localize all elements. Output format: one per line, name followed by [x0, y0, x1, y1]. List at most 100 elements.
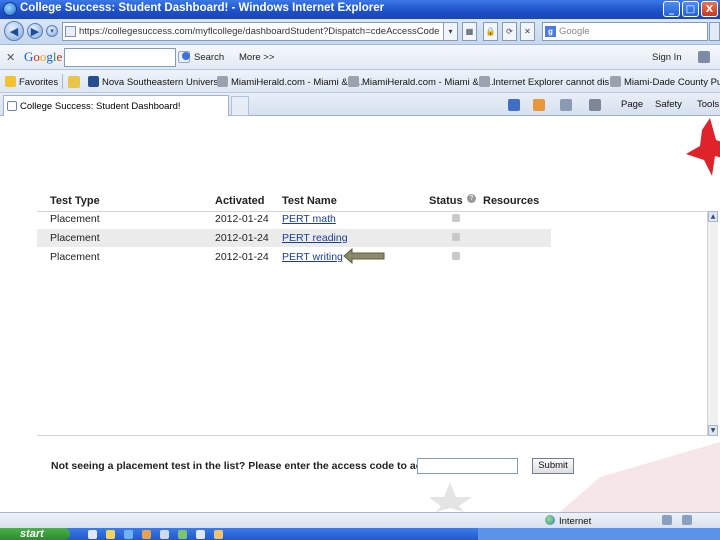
- address-input[interactable]: https://collegesuccess.com/myflcollege/d…: [62, 22, 457, 41]
- window-titlebar: College Success: Student Dashboard! - Wi…: [0, 0, 720, 19]
- scroll-down-icon[interactable]: ▼: [708, 425, 718, 436]
- quicklaunch-icon[interactable]: [88, 530, 97, 539]
- quicklaunch-icon[interactable]: [106, 530, 115, 539]
- test-link-pert-writing[interactable]: PERT writing: [282, 251, 343, 263]
- tools-menu[interactable]: Tools: [697, 99, 719, 110]
- search-button[interactable]: [709, 22, 720, 41]
- window-title: College Success: Student Dashboard! - Wi…: [20, 2, 385, 14]
- forward-arrow-icon: ▶: [30, 24, 40, 38]
- quicklaunch-icon[interactable]: [214, 530, 223, 539]
- cell-test-type: Placement: [50, 232, 100, 244]
- minimize-button[interactable]: _: [663, 1, 680, 17]
- tab-college-success[interactable]: College Success: Student Dashboard!: [3, 95, 229, 116]
- chevron-down-icon: ▾: [448, 27, 453, 36]
- address-dropdown[interactable]: ▾: [443, 22, 458, 41]
- close-button[interactable]: X: [701, 1, 718, 17]
- home-icon[interactable]: [508, 99, 520, 111]
- search-placeholder: Google: [559, 26, 590, 37]
- quicklaunch-icon[interactable]: [196, 530, 205, 539]
- favorite-link-miamiherald-2[interactable]: MiamiHerald.com - Miami & F...: [348, 76, 494, 88]
- ie-logo-icon: [3, 2, 17, 16]
- wrench-icon[interactable]: [698, 51, 710, 63]
- scroll-up-icon[interactable]: ▲: [708, 211, 718, 222]
- table-row: Placement 2012-01-24 PERT writing: [37, 248, 551, 266]
- google-search-button[interactable]: Search: [194, 52, 224, 63]
- status-icon: [452, 214, 460, 222]
- page-icon: [479, 76, 490, 87]
- address-bar-row: ◀ ▶ ▾ https://collegesuccess.com/myflcol…: [0, 19, 720, 45]
- tab-label: College Success: Student Dashboard!: [20, 101, 181, 112]
- cell-test-type: Placement: [50, 213, 100, 225]
- header-test-type: Test Type: [50, 195, 100, 207]
- favorites-button[interactable]: Favorites: [5, 76, 58, 88]
- page-icon: [610, 76, 621, 87]
- quicklaunch-icon[interactable]: [142, 530, 151, 539]
- google-logo: Google: [24, 49, 63, 64]
- maximize-button[interactable]: □: [682, 1, 699, 17]
- refresh-button[interactable]: ⟳: [502, 22, 517, 41]
- header-resources: Resources: [483, 195, 540, 207]
- quicklaunch-icon[interactable]: [178, 530, 187, 539]
- status-bar: Internet: [0, 512, 720, 528]
- favorites-bar: Favorites Nova Southeastern University M…: [0, 70, 720, 93]
- mail-icon[interactable]: [560, 99, 572, 111]
- new-tab-button[interactable]: [231, 96, 249, 116]
- protected-mode-icon: [662, 515, 672, 525]
- page-menu[interactable]: Page: [621, 99, 643, 110]
- access-code-prompt: Not seeing a placement test in the list?…: [51, 460, 462, 472]
- forward-button[interactable]: ▶: [27, 23, 43, 39]
- safety-menu[interactable]: Safety: [655, 99, 682, 110]
- google-search-input[interactable]: [64, 48, 176, 67]
- test-link-pert-math[interactable]: PERT math: [282, 213, 336, 225]
- more-button[interactable]: More >>: [239, 52, 274, 63]
- favorite-link-nova[interactable]: Nova Southeastern University: [88, 76, 228, 88]
- stop-button[interactable]: ✕: [520, 22, 535, 41]
- add-favorite-icon[interactable]: [68, 76, 80, 88]
- submit-button[interactable]: Submit: [532, 458, 574, 474]
- page-icon: [217, 76, 228, 87]
- help-icon[interactable]: ?: [467, 194, 476, 203]
- page-icon: [7, 101, 17, 111]
- close-toolbar-icon[interactable]: ✕: [6, 51, 15, 64]
- access-code-input[interactable]: [417, 458, 518, 474]
- start-button[interactable]: start: [0, 528, 70, 540]
- google-icon: g: [545, 26, 556, 37]
- print-icon[interactable]: [589, 99, 601, 111]
- list-scrollbar[interactable]: ▲ ▼: [707, 211, 718, 436]
- cell-activated: 2012-01-24: [215, 232, 269, 244]
- stop-icon: ✕: [524, 27, 531, 36]
- lock-button[interactable]: 🔒: [483, 22, 498, 41]
- window-controls: _ □ X: [663, 1, 718, 17]
- search-input[interactable]: g Google: [542, 22, 708, 41]
- back-button[interactable]: ◀: [4, 21, 24, 41]
- refresh-icon: ⟳: [506, 27, 513, 36]
- cell-activated: 2012-01-24: [215, 213, 269, 225]
- status-icon: [452, 252, 460, 260]
- sign-in-link[interactable]: Sign In: [652, 52, 682, 63]
- google-toolbar: ✕ Google Search More >> Sign In: [0, 45, 720, 70]
- favorite-link-miami-dade[interactable]: Miami-Dade County Public: [610, 76, 720, 88]
- back-arrow-icon: ◀: [9, 24, 19, 38]
- header-activated: Activated: [215, 195, 265, 207]
- history-dropdown[interactable]: ▾: [46, 25, 58, 37]
- divider: [62, 74, 63, 89]
- favorite-link-miamiherald-1[interactable]: MiamiHerald.com - Miami & F...: [217, 76, 363, 88]
- compat-icon: ▦: [465, 27, 474, 36]
- favorite-link-ie-error[interactable]: Internet Explorer cannot dis...: [479, 76, 617, 88]
- quicklaunch-icon[interactable]: [124, 530, 133, 539]
- lock-icon: 🔒: [485, 27, 496, 36]
- taskbar-tray: [478, 528, 720, 540]
- security-zone: Internet: [545, 515, 591, 527]
- test-link-pert-reading[interactable]: PERT reading: [282, 232, 348, 244]
- address-url: https://collegesuccess.com/myflcollege/d…: [79, 26, 440, 37]
- annotation-arrow-icon: [343, 248, 385, 264]
- red-star-decoration: [686, 118, 720, 176]
- feeds-icon[interactable]: [533, 99, 545, 111]
- table-row: Placement 2012-01-24 PERT reading: [37, 229, 551, 247]
- page-icon: [348, 76, 359, 87]
- zoom-icon[interactable]: [682, 515, 692, 525]
- taskbar: start: [0, 528, 720, 540]
- quicklaunch-icon[interactable]: [160, 530, 169, 539]
- star-icon: [5, 76, 16, 87]
- compatibility-button[interactable]: ▦: [462, 22, 477, 41]
